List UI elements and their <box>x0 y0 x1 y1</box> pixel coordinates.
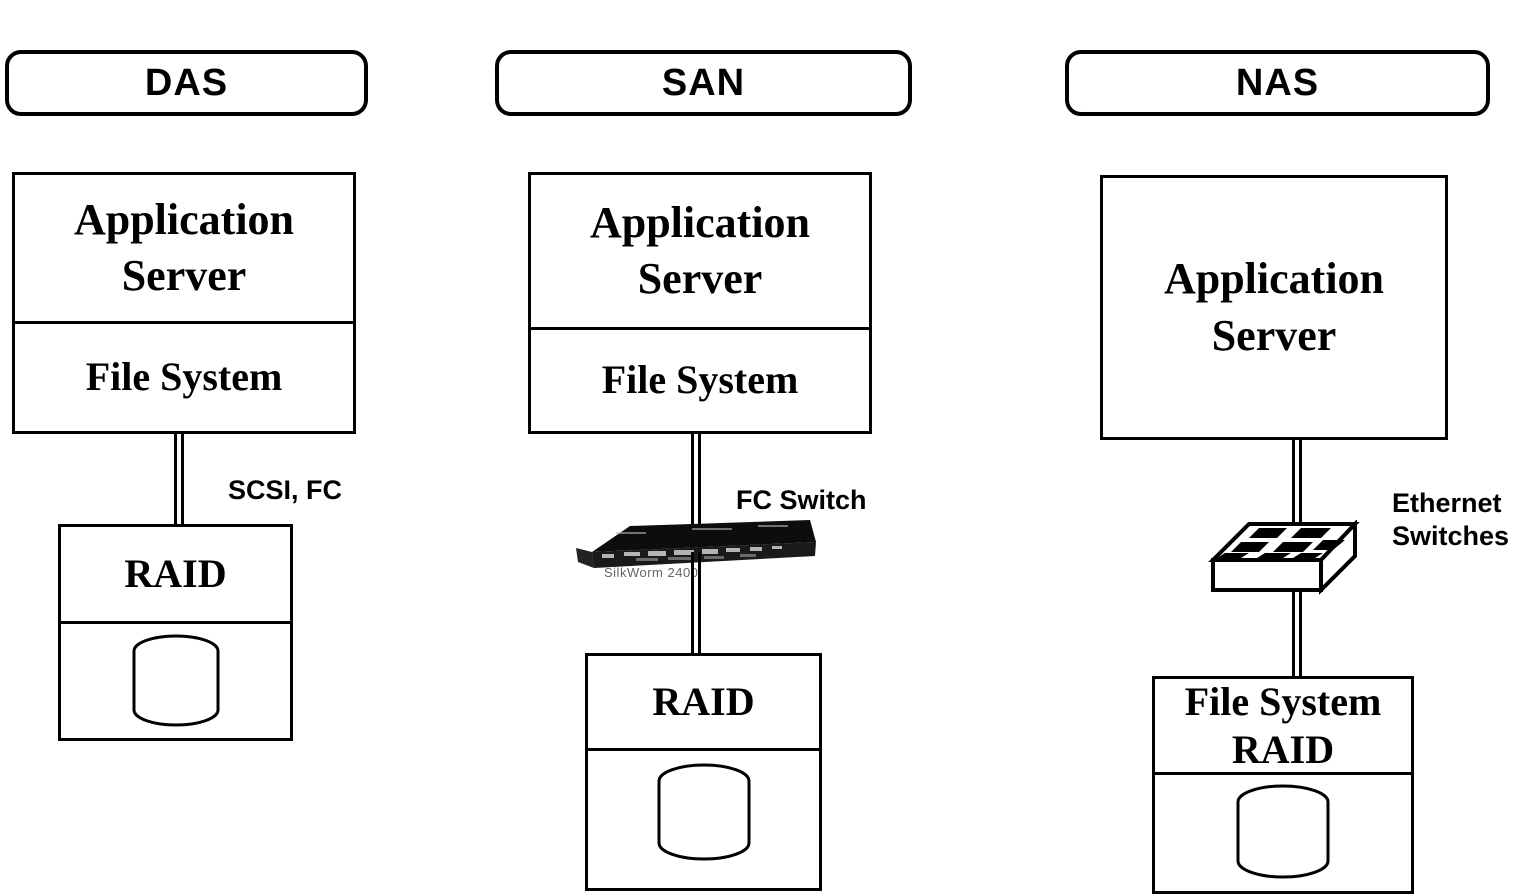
nas-filesystem-raid-cell: File System RAID <box>1184 679 1382 772</box>
column-header-san-label: SAN <box>661 62 746 104</box>
das-raid-cell: RAID <box>124 551 227 597</box>
nas-disk-cylinder-icon <box>1236 784 1330 879</box>
san-link-label: FC Switch <box>736 485 867 515</box>
san-disk-cylinder-icon <box>657 763 750 861</box>
column-header-nas-label: NAS <box>1235 62 1320 104</box>
storage-architecture-diagram: DAS Application Server File System SCSI,… <box>0 0 1523 894</box>
san-connector-switch-to-storage <box>691 552 701 655</box>
das-application-server-box: Application Server File System <box>12 172 356 434</box>
nas-disk-cell <box>1155 772 1411 894</box>
nas-application-server-cell: Application Server <box>1163 254 1385 360</box>
nas-storage-box: File System RAID <box>1152 676 1414 894</box>
das-disk-cell <box>61 621 290 741</box>
das-application-server-cell: Application Server <box>73 194 295 300</box>
nas-application-server-box: Application Server <box>1100 175 1448 440</box>
san-storage-box: RAID <box>585 653 822 891</box>
san-application-server-box: Application Server File System <box>528 172 872 434</box>
nas-connector-switch-to-storage <box>1292 588 1302 676</box>
column-header-nas: NAS <box>1065 50 1490 116</box>
das-disk-cylinder-icon <box>132 634 219 727</box>
nas-link-label: Ethernet Switches <box>1392 488 1510 551</box>
ethernet-switch-icon <box>1208 520 1360 595</box>
das-connector-server-to-storage <box>174 434 184 526</box>
san-disk-cell <box>588 748 819 891</box>
das-file-system-cell: File System <box>15 321 353 431</box>
column-header-das-label: DAS <box>144 62 229 104</box>
column-header-san: SAN <box>495 50 912 116</box>
san-application-server-cell: Application Server <box>589 197 811 303</box>
das-link-label: SCSI, FC <box>228 475 343 505</box>
san-file-system-cell: File System <box>531 327 869 431</box>
column-header-das: DAS <box>5 50 368 116</box>
fc-switch-caption: SilkWorm 2400 <box>604 565 699 580</box>
san-raid-cell: RAID <box>652 679 755 725</box>
das-storage-box: RAID <box>58 524 293 741</box>
